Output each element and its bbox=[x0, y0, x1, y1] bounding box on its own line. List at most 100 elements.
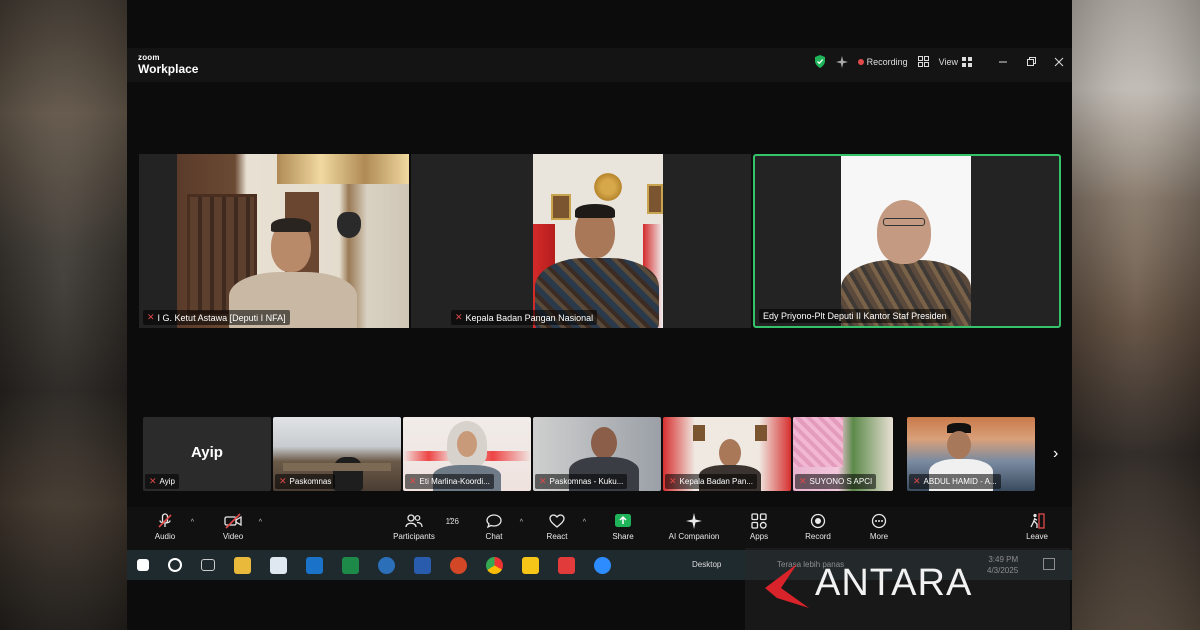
caret-up-icon[interactable]: ^ bbox=[259, 519, 262, 526]
sparkle-icon[interactable] bbox=[835, 55, 848, 68]
participant-thumbnail[interactable]: ✕ Kepala Badan Pan... bbox=[663, 417, 791, 491]
share-screen-icon bbox=[615, 514, 631, 527]
participant-thumbnail[interactable]: ✕ Paskomnas - Kuku... bbox=[533, 417, 661, 491]
security-shield-icon[interactable] bbox=[814, 55, 826, 68]
search-icon[interactable] bbox=[168, 558, 182, 572]
meeting-toolbar: Audio ^ Video ^ Participants 126 ^ Chat … bbox=[127, 507, 1072, 550]
blurred-background-right bbox=[1072, 0, 1200, 630]
leave-button[interactable]: Leave bbox=[1002, 513, 1072, 541]
participant-name: Kepala Badan Pangan Nasional bbox=[465, 312, 594, 323]
share-button[interactable]: Share bbox=[588, 513, 658, 541]
photo-of-screen: zoom Workplace Recording View ✕ I G. Ket… bbox=[0, 0, 1200, 630]
participant-thumbnail[interactable]: ✕ ABDUL HAMID - A... bbox=[907, 417, 1035, 491]
app-icon[interactable] bbox=[378, 556, 395, 574]
brand-bottom-text: Workplace bbox=[138, 62, 199, 76]
chrome-icon[interactable] bbox=[486, 556, 503, 574]
powerpoint-icon[interactable] bbox=[450, 556, 467, 574]
chevron-right-icon[interactable]: › bbox=[1053, 445, 1058, 463]
recording-dot-icon bbox=[857, 58, 864, 65]
view-button[interactable]: View bbox=[938, 56, 972, 67]
word-icon[interactable] bbox=[414, 556, 431, 574]
participant-name-tag: ✕ Kepala Badan Pan... bbox=[665, 474, 757, 489]
grid-icon[interactable] bbox=[917, 56, 929, 67]
recording-indicator[interactable]: Recording bbox=[857, 56, 908, 67]
mic-muted-icon: ✕ bbox=[539, 476, 547, 486]
share-label: Share bbox=[612, 532, 634, 541]
excel-icon[interactable] bbox=[342, 556, 359, 574]
caret-up-icon[interactable]: ^ bbox=[191, 519, 194, 526]
brand-top-text: zoom bbox=[138, 53, 160, 62]
outlook-icon[interactable] bbox=[306, 556, 323, 574]
participant-thumbnail[interactable]: ✕ Paskomnas bbox=[273, 417, 401, 491]
video-tile[interactable]: ✕ I G. Ketut Astawa [Deputi I NFA] bbox=[139, 154, 409, 328]
antara-watermark: ANTARA bbox=[745, 548, 1070, 630]
close-icon[interactable] bbox=[1054, 57, 1064, 67]
video-tile-active-speaker[interactable]: Edy Priyono-Plt Deputi II Kantor Staf Pr… bbox=[753, 154, 1061, 328]
participant-name-tag: ✕ Ayip bbox=[145, 474, 179, 489]
blurred-background-left bbox=[0, 0, 127, 630]
chat-button[interactable]: Chat ^ bbox=[459, 513, 529, 541]
caret-up-icon[interactable]: ^ bbox=[583, 519, 586, 526]
participant-thumbnail[interactable]: Ayip ✕ Ayip bbox=[143, 417, 271, 491]
mic-muted-icon: ✕ bbox=[279, 476, 287, 486]
participant-name-tag: ✕ Eti Marlina-Koordi... bbox=[405, 474, 494, 489]
zoom-icon[interactable] bbox=[594, 556, 611, 574]
leave-label: Leave bbox=[1026, 532, 1048, 541]
video-off-icon bbox=[224, 513, 242, 529]
ai-companion-label: AI Companion bbox=[668, 532, 720, 541]
recording-label: Recording bbox=[866, 56, 908, 67]
participant-name: Eti Marlina-Koordi... bbox=[419, 477, 490, 486]
participant-video bbox=[533, 154, 663, 328]
sticky-notes-icon[interactable] bbox=[522, 556, 539, 574]
participant-name-tag: ✕ Kepala Badan Pangan Nasional bbox=[451, 310, 598, 325]
participant-video bbox=[177, 154, 409, 328]
participant-name: Ayip bbox=[159, 477, 175, 486]
apps-label: Apps bbox=[749, 532, 769, 541]
participant-initial-label: Ayip bbox=[191, 444, 223, 461]
more-button[interactable]: More bbox=[844, 513, 914, 541]
apps-icon bbox=[751, 513, 767, 529]
mic-muted-icon: ✕ bbox=[799, 476, 807, 486]
participant-name-tag: ✕ ABDUL HAMID - A... bbox=[909, 474, 1001, 489]
minimize-icon[interactable] bbox=[998, 57, 1008, 67]
record-label: Record bbox=[805, 532, 831, 541]
participant-name-tag: Edy Priyono-Plt Deputi II Kantor Staf Pr… bbox=[759, 309, 951, 323]
caret-up-icon[interactable]: ^ bbox=[449, 518, 452, 525]
task-view-icon[interactable] bbox=[201, 559, 215, 571]
record-button[interactable]: Record bbox=[783, 513, 853, 541]
file-explorer-icon[interactable] bbox=[234, 556, 251, 574]
ai-companion-button[interactable]: AI Companion bbox=[659, 513, 729, 541]
participants-icon bbox=[405, 514, 423, 528]
mic-muted-icon: ✕ bbox=[149, 476, 157, 486]
restore-icon[interactable] bbox=[1026, 56, 1036, 67]
participant-name: SUYONO S APCI bbox=[809, 477, 873, 486]
video-button[interactable]: Video ^ bbox=[198, 513, 268, 541]
record-icon bbox=[810, 513, 826, 529]
participant-thumbnail[interactable]: ✕ SUYONO S APCI bbox=[793, 417, 893, 491]
react-button[interactable]: React ^ bbox=[522, 513, 592, 541]
zoom-meeting-window: zoom Workplace Recording View ✕ I G. Ket… bbox=[127, 0, 1072, 630]
mic-muted-icon: ✕ bbox=[669, 476, 677, 486]
participant-name: Paskomnas - Kuku... bbox=[549, 477, 624, 486]
participant-name: I G. Ketut Astawa [Deputi I NFA] bbox=[157, 312, 286, 323]
zoom-workplace-logo: zoom Workplace bbox=[138, 53, 199, 76]
mic-muted-icon: ✕ bbox=[147, 312, 155, 322]
participant-thumbnail[interactable]: ✕ Eti Marlina-Koordi... bbox=[403, 417, 531, 491]
windows-start-icon[interactable] bbox=[137, 559, 149, 571]
participant-name-tag: ✕ I G. Ketut Astawa [Deputi I NFA] bbox=[143, 310, 290, 325]
video-tile[interactable]: ✕ Kepala Badan Pangan Nasional bbox=[411, 154, 751, 328]
participant-name: Paskomnas bbox=[289, 477, 332, 486]
participant-name: Kepala Badan Pan... bbox=[679, 477, 753, 486]
ai-sparkle-icon bbox=[686, 513, 702, 529]
title-bar: zoom Workplace Recording View bbox=[127, 48, 1072, 82]
store-icon[interactable] bbox=[270, 556, 287, 574]
more-label: More bbox=[869, 532, 889, 541]
audio-button[interactable]: Audio ^ bbox=[130, 513, 200, 541]
leave-icon bbox=[1030, 513, 1045, 529]
app-icon[interactable] bbox=[558, 556, 575, 574]
participants-button[interactable]: Participants 126 bbox=[377, 513, 459, 541]
view-label: View bbox=[938, 56, 958, 67]
antara-logo-icon bbox=[765, 564, 809, 608]
participants-label: Participants bbox=[393, 532, 435, 541]
desktop-label[interactable]: Desktop bbox=[692, 560, 721, 569]
